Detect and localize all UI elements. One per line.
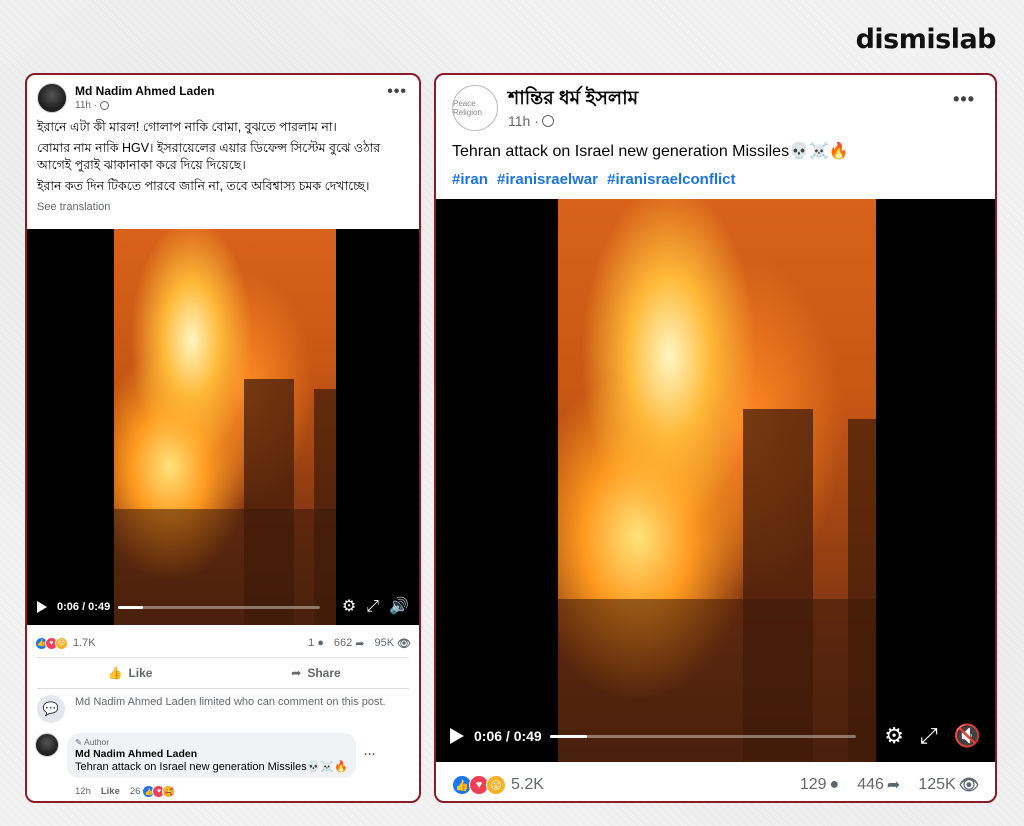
left-post-line-3: ইরান কত দিন টিকতে পারবে জানি না, তবে অবি… bbox=[37, 179, 370, 193]
hashtag-link[interactable]: #iranisraelconflict bbox=[607, 171, 735, 188]
limited-comments-notice: 💬 Md Nadim Ahmed Laden limited who can c… bbox=[37, 695, 409, 723]
comment-icon: ● bbox=[829, 776, 840, 793]
pencil-icon: ✎ bbox=[75, 737, 83, 747]
left-shares-count[interactable]: 662 ➦ bbox=[334, 637, 365, 650]
right-page-name[interactable]: শান্তির ধর্ম ইসলাম bbox=[508, 87, 638, 111]
see-translation-link[interactable]: See translation bbox=[27, 199, 419, 213]
fullscreen-icon[interactable]: ⤢ bbox=[920, 725, 938, 747]
comment-footer: 12h Like 26 👍 ♥ 🥰 bbox=[75, 785, 176, 798]
right-post-stats: 👍 ♥ 😮 5.2K 129 ● 446 ➦ 125K 👁 bbox=[436, 773, 995, 797]
right-shares-count[interactable]: 446 ➦ bbox=[857, 775, 900, 795]
comment-reactions-count: 26 bbox=[129, 786, 141, 797]
brand-logo: dismislab bbox=[855, 24, 997, 55]
mosque-logo-icon: Peace Religion bbox=[453, 99, 482, 117]
mute-icon[interactable]: 🔇 bbox=[954, 725, 981, 747]
left-views-value: 95K bbox=[374, 637, 395, 649]
right-views-value: 125K bbox=[918, 776, 956, 793]
left-post-stats: 👍 ♥ 😮 1.7K 1 ● 662 ➦ 95K 👁 bbox=[27, 633, 419, 653]
like-button[interactable]: 👍 Like bbox=[37, 666, 223, 680]
left-video-progress[interactable] bbox=[118, 605, 320, 609]
author-badge: ✎ Author bbox=[75, 737, 348, 748]
comment-author-name[interactable]: Md Nadim Ahmed Laden bbox=[75, 748, 348, 760]
fullscreen-icon[interactable]: ⤢ bbox=[366, 599, 379, 615]
left-post-meta: 11h · bbox=[75, 100, 215, 111]
right-video-progress-fill bbox=[549, 734, 588, 738]
globe-icon bbox=[541, 115, 554, 127]
hashtag-link[interactable]: #iran bbox=[452, 171, 488, 188]
left-video-time: 0:06 / 0:49 bbox=[57, 601, 111, 613]
right-reactions-count: 5.2K bbox=[511, 776, 544, 793]
limited-comments-text: Md Nadim Ahmed Laden limited who can com… bbox=[75, 696, 386, 708]
comment-reactions[interactable]: 26 👍 ♥ 🥰 bbox=[130, 785, 176, 798]
left-shares-value: 662 bbox=[333, 637, 353, 649]
right-page-avatar[interactable]: Peace Religion bbox=[452, 85, 498, 131]
left-views-count: 95K 👁 bbox=[374, 637, 411, 650]
comment-icon: ● bbox=[317, 637, 324, 649]
comment-time[interactable]: 12h bbox=[75, 786, 91, 797]
play-icon[interactable] bbox=[37, 601, 47, 613]
settings-gear-icon[interactable]: ⚙ bbox=[342, 599, 356, 615]
right-post-text: Tehran attack on Israel new generation M… bbox=[452, 143, 849, 160]
left-post-header: Md Nadim Ahmed Laden 11h · ••• bbox=[27, 75, 419, 113]
left-more-options-button[interactable]: ••• bbox=[387, 83, 407, 101]
comment-bubble: ✎ Author Md Nadim Ahmed Laden Tehran att… bbox=[67, 733, 356, 778]
comment-like-button[interactable]: Like bbox=[101, 786, 120, 797]
left-author-avatar[interactable] bbox=[37, 83, 67, 113]
left-comments-count[interactable]: 1 ● bbox=[308, 637, 324, 649]
right-views-count: 125K 👁 bbox=[918, 775, 979, 795]
right-video-frame bbox=[558, 199, 876, 762]
wow-reaction-icon: 😮 bbox=[55, 636, 68, 650]
volume-icon[interactable]: 🔊 bbox=[389, 599, 409, 615]
right-hashtags: #iran #iranisraelwar #iranisraelconflict bbox=[436, 163, 995, 188]
left-post-time[interactable]: 11h · bbox=[75, 100, 97, 111]
author-badge-label: Author bbox=[84, 737, 110, 747]
right-video-controls: 0:06 / 0:49 ⚙ ⤢ 🔇 bbox=[436, 710, 995, 762]
left-post-card: Md Nadim Ahmed Laden 11h · ••• ইরানে এটা… bbox=[25, 73, 421, 803]
left-post-text: ইরানে এটা কী মারল! গোলাপ নাকি বোমা, বুঝত… bbox=[27, 113, 419, 195]
comment-text: Tehran attack on Israel new generation M… bbox=[75, 761, 348, 773]
care-reaction-icon: 🥰 bbox=[162, 785, 176, 798]
wow-reaction-icon: 😮 bbox=[486, 775, 506, 795]
thumbs-up-icon: 👍 bbox=[107, 666, 123, 680]
eye-icon: 👁 bbox=[958, 777, 979, 794]
eye-icon: 👁 bbox=[397, 637, 411, 650]
like-label: Like bbox=[128, 666, 153, 680]
globe-icon bbox=[100, 101, 110, 110]
comment-more-options-button[interactable]: ··· bbox=[364, 747, 376, 761]
left-comments-value: 1 bbox=[308, 637, 315, 649]
author-comment: ✎ Author Md Nadim Ahmed Laden Tehran att… bbox=[35, 733, 411, 778]
settings-gear-icon[interactable]: ⚙ bbox=[884, 725, 904, 747]
share-label: Share bbox=[307, 666, 341, 680]
right-reactions[interactable]: 👍 ♥ 😮 5.2K bbox=[452, 775, 544, 795]
right-more-options-button[interactable]: ••• bbox=[953, 89, 975, 110]
right-video-time: 0:06 / 0:49 bbox=[474, 728, 542, 744]
right-post-meta: 11h · bbox=[508, 113, 638, 129]
share-icon: ➦ bbox=[291, 666, 302, 680]
right-comments-count[interactable]: 129 ● bbox=[800, 776, 839, 794]
right-post-header: Peace Religion শান্তির ধর্ম ইসলাম 11h · … bbox=[436, 75, 995, 131]
left-video-frame bbox=[114, 229, 336, 625]
left-post-actions: 👍 Like ➦ Share bbox=[37, 657, 409, 689]
left-video-progress-fill bbox=[118, 605, 143, 609]
left-video-controls: 0:06 / 0:49 ⚙ ⤢ 🔊 bbox=[27, 589, 419, 625]
right-shares-value: 446 bbox=[857, 776, 884, 793]
left-reactions-count: 1.7K bbox=[73, 637, 96, 649]
right-comments-value: 129 bbox=[799, 776, 827, 793]
share-arrow-icon: ➦ bbox=[886, 777, 901, 794]
play-icon[interactable] bbox=[450, 728, 464, 744]
right-video-player[interactable]: 0:06 / 0:49 ⚙ ⤢ 🔇 bbox=[436, 199, 995, 762]
right-post-time[interactable]: 11h · bbox=[508, 113, 539, 129]
speech-bubble-icon: 💬 bbox=[37, 695, 65, 723]
left-author-name[interactable]: Md Nadim Ahmed Laden bbox=[75, 83, 215, 99]
left-post-line-1: ইরানে এটা কী মারল! গোলাপ নাকি বোমা, বুঝত… bbox=[37, 120, 337, 134]
left-reactions[interactable]: 👍 ♥ 😮 1.7K bbox=[35, 636, 96, 650]
share-arrow-icon: ➦ bbox=[355, 637, 365, 650]
right-video-progress[interactable] bbox=[549, 734, 857, 738]
share-button[interactable]: ➦ Share bbox=[223, 666, 409, 680]
comment-author-avatar[interactable] bbox=[35, 733, 59, 757]
left-video-player[interactable]: 0:06 / 0:49 ⚙ ⤢ 🔊 bbox=[27, 229, 419, 625]
right-post-card: Peace Religion শান্তির ধর্ম ইসলাম 11h · … bbox=[434, 73, 997, 803]
left-post-line-2: বোমার নাম নাকি HGV। ইসরায়েলের এয়ার ডিফ… bbox=[37, 141, 381, 172]
hashtag-link[interactable]: #iranisraelwar bbox=[497, 171, 598, 188]
